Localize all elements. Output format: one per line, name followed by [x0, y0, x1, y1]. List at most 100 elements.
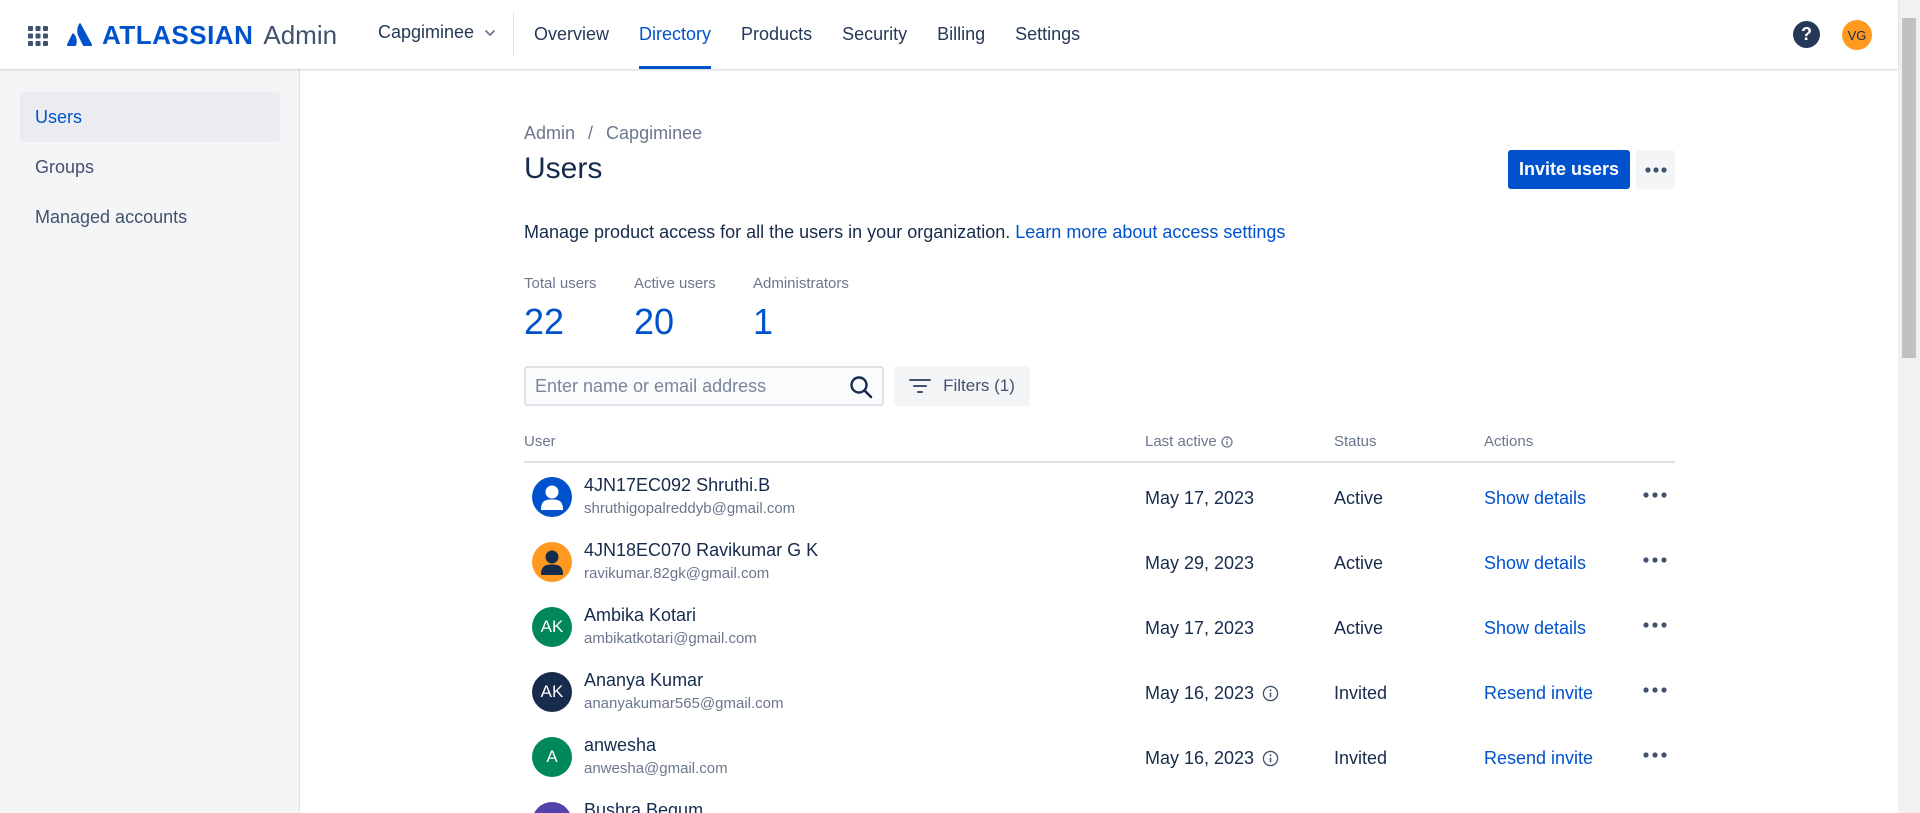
- column-header-status: Status: [1334, 433, 1377, 450]
- default-avatar-icon: [541, 550, 563, 575]
- nav-divider: [513, 12, 514, 56]
- avatar: A: [532, 737, 572, 777]
- main-nav: Overview Directory Products Security Bil…: [523, 0, 1099, 69]
- stat-value: 22: [524, 301, 565, 342]
- breadcrumb-admin[interactable]: Admin: [524, 123, 575, 144]
- row-action-link[interactable]: Show details: [1484, 488, 1586, 509]
- info-icon[interactable]: [1262, 750, 1279, 767]
- sidebar-item-groups[interactable]: Groups: [20, 142, 280, 192]
- row-more-button[interactable]: [1640, 545, 1670, 575]
- row-more-button[interactable]: [1640, 610, 1670, 640]
- table-header-divider: [524, 461, 1675, 463]
- last-active: May 29, 2023: [1145, 553, 1254, 574]
- row-more-button[interactable]: [1640, 480, 1670, 510]
- app-switcher-icon[interactable]: [26, 24, 50, 48]
- last-active-date: May 17, 2023: [1145, 488, 1255, 508]
- table-row: 4JN18EC070 Ravikumar G K ravikumar.82gk@g…: [524, 531, 1675, 591]
- user-name[interactable]: anwesha: [584, 735, 656, 756]
- status-text: Invited: [1334, 748, 1388, 768]
- avatar: [532, 802, 572, 813]
- nav-directory[interactable]: Directory: [628, 0, 722, 69]
- stat-value: 1: [753, 301, 774, 342]
- invite-users-button[interactable]: Invite users: [1508, 150, 1630, 189]
- column-header-user: User: [524, 433, 556, 450]
- stat-label: Administrators: [753, 275, 849, 292]
- stat-total-users: Total users 22: [524, 275, 597, 343]
- breadcrumb: Admin / Capgiminee: [524, 123, 702, 144]
- breadcrumb-separator: /: [588, 123, 594, 143]
- row-more-button[interactable]: [1640, 675, 1670, 705]
- last-active-date: May 17, 2023: [1145, 618, 1255, 638]
- stat-label: Total users: [524, 275, 597, 292]
- product-name: Admin: [263, 19, 338, 50]
- nav-products[interactable]: Products: [730, 0, 823, 69]
- nav-overview[interactable]: Overview: [523, 0, 620, 69]
- scrollbar-thumb[interactable]: [1902, 18, 1916, 358]
- user-name[interactable]: Ambika Kotari: [584, 605, 696, 626]
- filters-label: Filters (1): [943, 376, 1015, 395]
- user-email: ambikatkotari@gmail.com: [584, 630, 757, 647]
- row-action-link[interactable]: Resend invite: [1484, 683, 1593, 704]
- search-icon[interactable]: [849, 375, 873, 399]
- scrollbar[interactable]: [1898, 0, 1920, 813]
- sidebar-item-users[interactable]: Users: [20, 92, 280, 142]
- status-text: Invited: [1334, 683, 1388, 703]
- user-email: ravikumar.82gk@gmail.com: [584, 565, 770, 582]
- stat-active-users: Active users 20: [634, 275, 716, 343]
- top-navigation: ATLASSIAN Admin Capgiminee Overview Dire…: [0, 0, 1898, 69]
- nav-settings[interactable]: Settings: [1004, 0, 1091, 69]
- user-email: ananyakumar565@gmail.com: [584, 695, 784, 712]
- more-icon: [1643, 687, 1667, 693]
- nav-billing[interactable]: Billing: [926, 0, 996, 69]
- table-row: AK Ananya Kumar ananyakumar565@gmail.com Ma…: [524, 661, 1675, 721]
- default-avatar-icon: [541, 485, 563, 510]
- column-header-actions: Actions: [1484, 433, 1534, 450]
- more-icon: [1644, 166, 1667, 173]
- help-icon[interactable]: ?: [1793, 21, 1820, 48]
- nav-security[interactable]: Security: [831, 0, 918, 69]
- page-description: Manage product access for all the users …: [524, 222, 1285, 243]
- info-icon[interactable]: [1221, 435, 1233, 448]
- avatar-initials: AK: [540, 682, 564, 701]
- last-active: May 16, 2023: [1145, 748, 1279, 769]
- description-text: Manage product access for all the users …: [524, 222, 1011, 242]
- last-active-date: May 29, 2023: [1145, 553, 1255, 573]
- avatar-initials: AK: [540, 617, 564, 636]
- table-row: AK Ambika Kotari ambikatkotari@gmail.com Ma…: [524, 596, 1675, 656]
- org-name: Capgiminee: [378, 22, 475, 42]
- avatar: [532, 542, 572, 582]
- avatar: AK: [532, 607, 572, 647]
- search-field: [524, 366, 884, 406]
- user-name[interactable]: Bushra Begum: [584, 800, 703, 813]
- info-icon[interactable]: [1262, 685, 1279, 702]
- user-name[interactable]: 4JN18EC070 Ravikumar G K: [584, 540, 818, 561]
- row-action-link[interactable]: Show details: [1484, 553, 1586, 574]
- brand-name: ATLASSIAN: [102, 19, 254, 50]
- user-name[interactable]: 4JN17EC092 Shruthi.B: [584, 475, 770, 496]
- user-name[interactable]: Ananya Kumar: [584, 670, 703, 691]
- atlassian-admin-logo[interactable]: ATLASSIAN Admin: [66, 18, 337, 52]
- sidebar-item-managed-accounts[interactable]: Managed accounts: [20, 192, 280, 242]
- avatar: [532, 477, 572, 517]
- more-icon: [1643, 752, 1667, 758]
- table-row: Bushra Begum: [524, 791, 1675, 813]
- column-header-last-active: Last active: [1145, 433, 1233, 450]
- last-active-date: May 16, 2023: [1145, 748, 1255, 768]
- more-icon: [1643, 622, 1667, 628]
- column-header-label: Last active: [1145, 433, 1217, 450]
- filter-icon: [909, 379, 932, 393]
- stat-value: 20: [634, 301, 675, 342]
- row-more-button[interactable]: [1640, 740, 1670, 770]
- more-options-button[interactable]: [1636, 150, 1675, 189]
- row-action-link[interactable]: Resend invite: [1484, 748, 1593, 769]
- profile-avatar[interactable]: VG: [1842, 20, 1872, 50]
- breadcrumb-org[interactable]: Capgiminee: [606, 123, 702, 144]
- row-action-link[interactable]: Show details: [1484, 618, 1586, 639]
- filters-button[interactable]: Filters (1): [894, 366, 1030, 406]
- org-switcher[interactable]: Capgiminee: [378, 22, 496, 43]
- search-input[interactable]: [526, 368, 836, 404]
- last-active: May 17, 2023: [1145, 618, 1254, 639]
- stat-administrators: Administrators 1: [753, 275, 849, 343]
- last-active: May 17, 2023: [1145, 488, 1254, 509]
- learn-more-link[interactable]: Learn more about access settings: [1015, 222, 1285, 242]
